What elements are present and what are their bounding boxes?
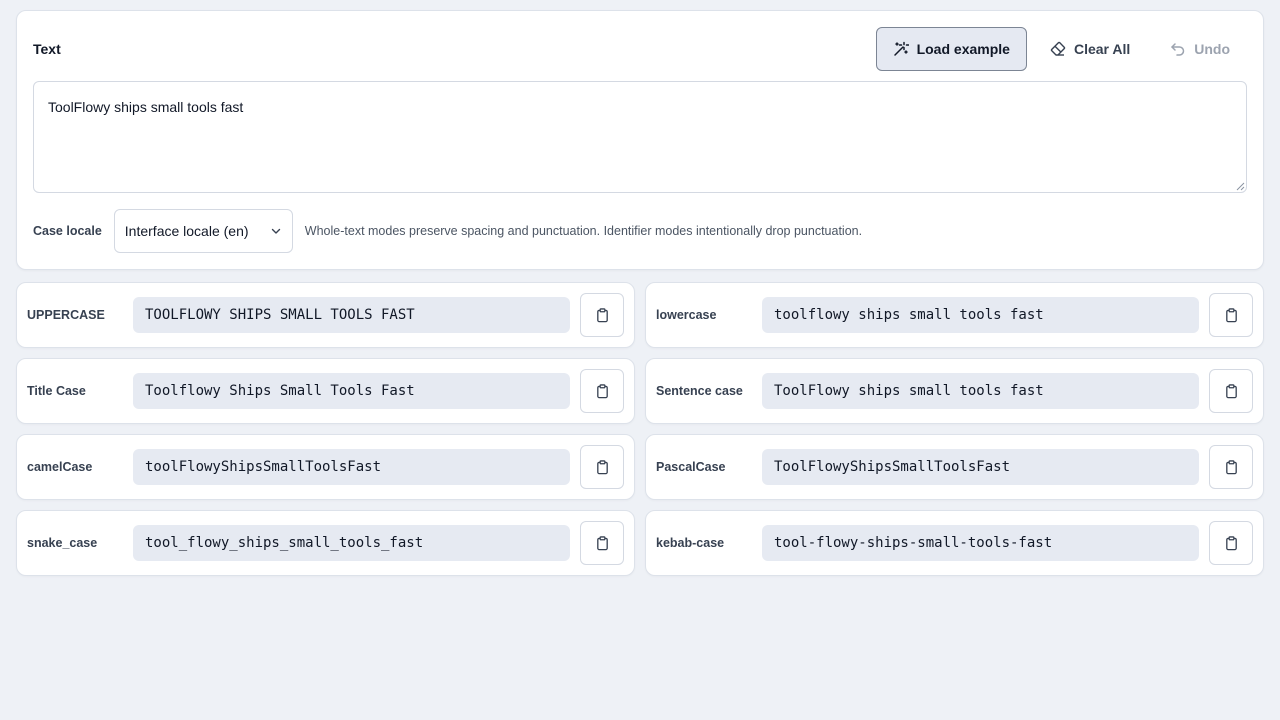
copy-button[interactable] <box>580 521 624 565</box>
chevron-down-icon <box>271 228 280 234</box>
input-panel-header: Text Load example Clear All Undo <box>33 27 1247 71</box>
toolbar: Load example Clear All Undo <box>875 27 1247 71</box>
result-label: PascalCase <box>656 460 726 474</box>
result-label: camelCase <box>27 460 93 474</box>
result-value[interactable]: toolflowy ships small tools fast <box>762 297 1199 333</box>
result-card-sentence-case: Sentence case ToolFlowy ships small tool… <box>645 358 1264 424</box>
result-value[interactable]: Toolflowy Ships Small Tools Fast <box>133 373 570 409</box>
undo-icon <box>1171 43 1185 56</box>
result-value[interactable]: toolFlowyShipsSmallToolsFast <box>133 449 570 485</box>
copy-button[interactable] <box>1209 445 1253 489</box>
result-value[interactable]: tool_flowy_ships_small_tools_fast <box>133 525 570 561</box>
result-value[interactable]: ToolFlowyShipsSmallToolsFast <box>762 449 1199 485</box>
clipboard-icon <box>596 307 608 322</box>
result-label: Title Case <box>27 384 86 398</box>
undo-button[interactable]: Undo <box>1153 27 1247 71</box>
result-label: lowercase <box>656 308 717 322</box>
clipboard-icon <box>1225 383 1237 398</box>
result-value[interactable]: ToolFlowy ships small tools fast <box>762 373 1199 409</box>
result-label: kebab-case <box>656 536 725 550</box>
copy-button[interactable] <box>1209 293 1253 337</box>
load-example-button[interactable]: Load example <box>875 27 1027 71</box>
result-label: snake_case <box>27 536 98 550</box>
result-card-snake-case: snake_case tool_flowy_ships_small_tools_… <box>16 510 635 576</box>
locale-row: Case locale Interface locale (en) Whole-… <box>33 209 862 253</box>
result-card-lowercase: lowercase toolflowy ships small tools fa… <box>645 282 1264 348</box>
result-value[interactable]: TOOLFLOWY SHIPS SMALL TOOLS FAST <box>133 297 570 333</box>
result-card-uppercase: UPPERCASE TOOLFLOWY SHIPS SMALL TOOLS FA… <box>16 282 635 348</box>
result-card-pascal-case: PascalCase ToolFlowyShipsSmallToolsFast <box>645 434 1264 500</box>
clipboard-icon <box>596 459 608 474</box>
case-locale-label: Case locale <box>33 224 102 238</box>
result-value[interactable]: tool-flowy-ships-small-tools-fast <box>762 525 1199 561</box>
locale-hint: Whole-text modes preserve spacing and pu… <box>304 224 863 238</box>
copy-button[interactable] <box>580 445 624 489</box>
undo-label: Undo <box>1194 41 1230 57</box>
resize-grip-icon[interactable] <box>1235 181 1245 191</box>
clear-all-button[interactable]: Clear All <box>1033 27 1147 71</box>
eraser-icon <box>1050 41 1066 56</box>
clipboard-icon <box>596 383 608 398</box>
clipboard-icon <box>596 535 608 550</box>
input-panel: Text Load example Clear All Undo ToolFlo… <box>16 10 1264 270</box>
copy-button[interactable] <box>1209 521 1253 565</box>
clipboard-icon <box>1225 307 1237 322</box>
result-label: Sentence case <box>656 384 743 398</box>
load-example-label: Load example <box>916 41 1010 57</box>
clipboard-icon <box>1225 535 1237 550</box>
copy-button[interactable] <box>1209 369 1253 413</box>
result-label: UPPERCASE <box>27 308 105 322</box>
magic-wand-icon <box>893 41 909 56</box>
result-card-title-case: Title Case Toolflowy Ships Small Tools F… <box>16 358 635 424</box>
result-card-camel-case: camelCase toolFlowyShipsSmallToolsFast <box>16 434 635 500</box>
text-input[interactable]: ToolFlowy ships small tools fast <box>33 81 1247 193</box>
clipboard-icon <box>1225 459 1237 474</box>
results-grid: UPPERCASE TOOLFLOWY SHIPS SMALL TOOLS FA… <box>16 282 1264 576</box>
text-label: Text <box>33 41 61 57</box>
copy-button[interactable] <box>580 369 624 413</box>
case-locale-select[interactable]: Interface locale (en) <box>113 209 293 253</box>
clear-all-label: Clear All <box>1073 41 1131 57</box>
copy-button[interactable] <box>580 293 624 337</box>
case-locale-value: Interface locale (en) <box>124 223 249 239</box>
result-card-kebab-case: kebab-case tool-flowy-ships-small-tools-… <box>645 510 1264 576</box>
